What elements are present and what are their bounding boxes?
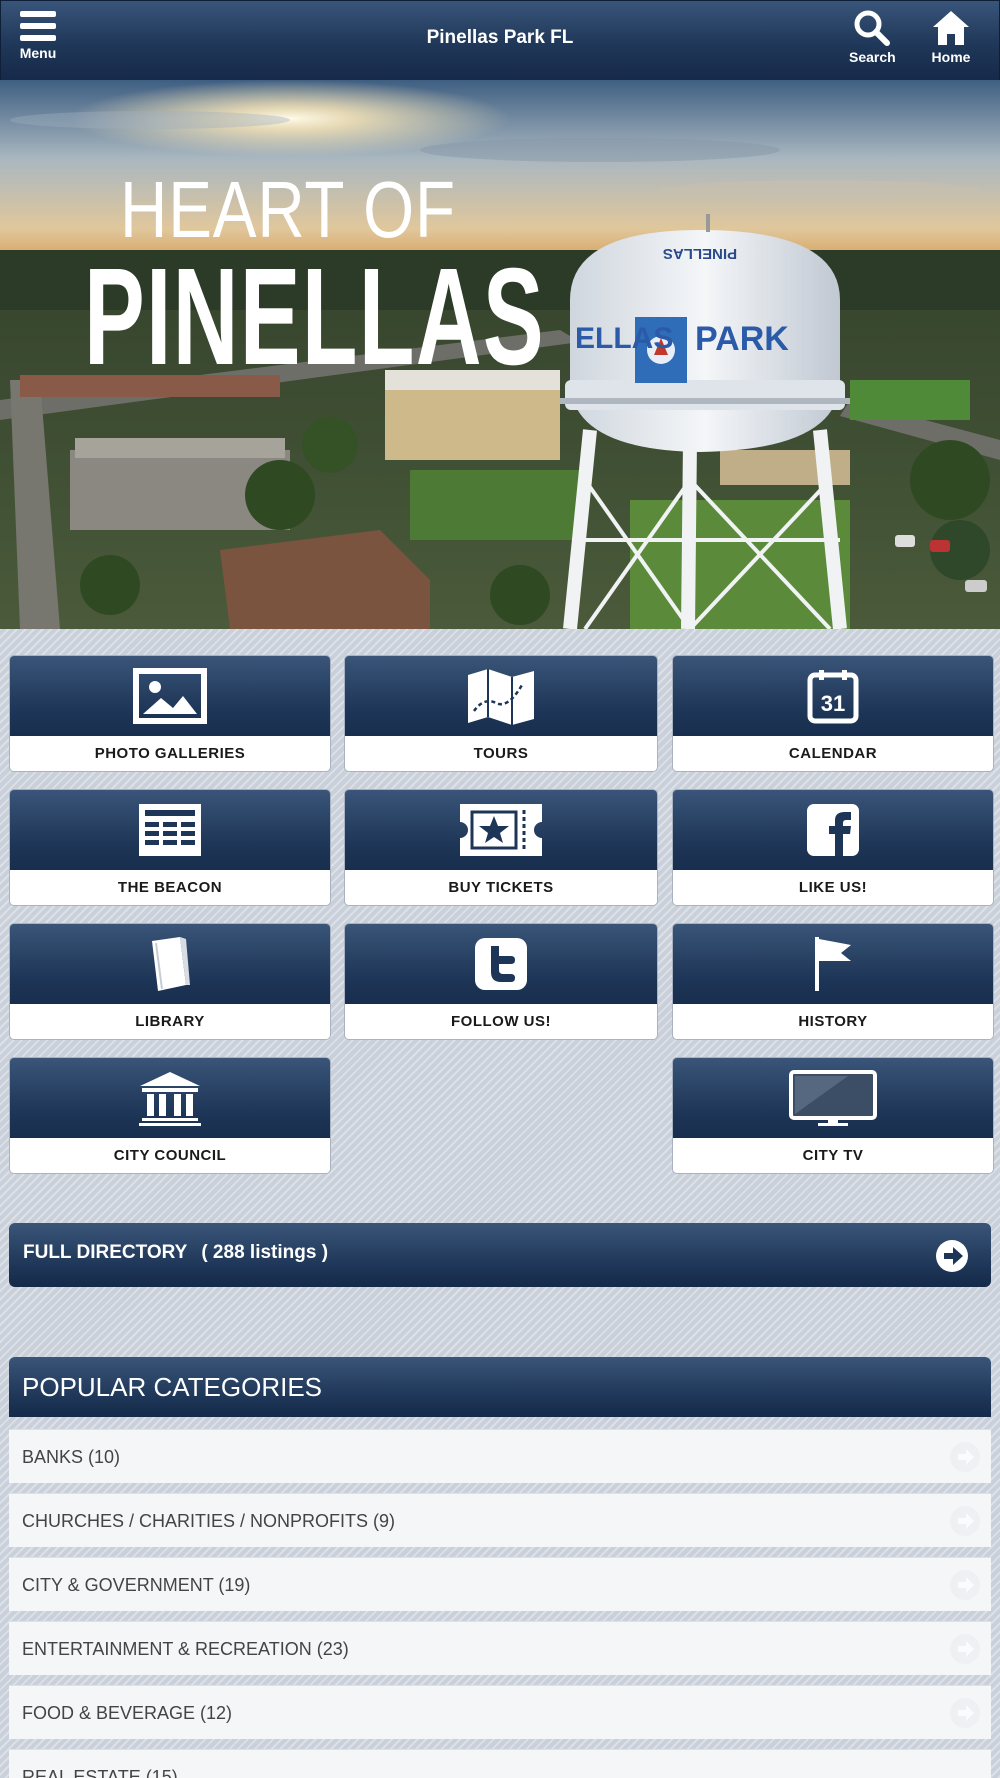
home-icon [933, 11, 969, 45]
category-label: REAL ESTATE (15) [22, 1767, 178, 1778]
tile-label: CALENDAR [673, 736, 993, 771]
tile-the-beacon[interactable]: THE BEACON [9, 789, 331, 906]
tile-label: THE BEACON [10, 870, 330, 905]
category-label: ENTERTAINMENT & RECREATION (23) [22, 1639, 349, 1659]
image-icon [133, 668, 207, 724]
building-icon [139, 1072, 201, 1126]
tower-right-text: PARK [695, 320, 789, 358]
search-icon [854, 10, 891, 46]
tile-label: TOURS [345, 736, 657, 771]
app-screen: Menu Pinellas Park FL Search Home PINELL… [0, 0, 1000, 1778]
category-row-city-government[interactable]: CITY & GOVERNMENT (19) [9, 1557, 991, 1611]
hero-headline-2: PINELLAS [84, 240, 545, 394]
tile-label: LIBRARY [10, 1004, 330, 1039]
category-row-churches[interactable]: CHURCHES / CHARITIES / NONPROFITS (9) [9, 1493, 991, 1547]
tile-buy-tickets[interactable]: BUY TICKETS [344, 789, 658, 906]
tile-label: LIKE US! [673, 870, 993, 905]
tv-icon [789, 1070, 877, 1126]
category-row-real-estate[interactable]: REAL ESTATE (15) [9, 1749, 991, 1778]
category-label: CHURCHES / CHARITIES / NONPROFITS (9) [22, 1511, 396, 1531]
tile-city-tv[interactable]: CITY TV [672, 1057, 994, 1174]
calendar-icon: 31 [807, 670, 859, 724]
hero-banner: PINELLAS ELLAS PARK HEART OF PINELLAS [0, 80, 1000, 629]
tile-tours[interactable]: TOURS [344, 655, 658, 772]
search-label: Search [849, 49, 896, 65]
category-label: FOOD & BEVERAGE (12) [22, 1703, 233, 1723]
map-icon [468, 669, 534, 725]
tile-label: CITY COUNCIL [10, 1138, 330, 1173]
tile-history[interactable]: HISTORY [672, 923, 994, 1040]
twitter-icon [475, 938, 527, 990]
flag-icon [815, 937, 851, 991]
tile-city-council[interactable]: CITY COUNCIL [9, 1057, 331, 1174]
hero-headline-1: HEART OF [120, 165, 456, 254]
newspaper-icon [139, 804, 201, 856]
tile-label: FOLLOW US! [345, 1004, 657, 1039]
directory-count: ( 288 listings ) [201, 1242, 329, 1263]
tile-like-us[interactable]: LIKE US! [672, 789, 994, 906]
category-row-banks[interactable]: BANKS (10) [9, 1429, 991, 1483]
popular-categories-header: POPULAR CATEGORIES [9, 1357, 991, 1417]
arrow-right-circle-icon [936, 1240, 968, 1272]
directory-label: FULL DIRECTORY ( 288 listings ) [23, 1242, 328, 1264]
tile-photo-galleries[interactable]: PHOTO GALLERIES [9, 655, 331, 772]
tile-label: PHOTO GALLERIES [10, 736, 330, 771]
tile-label: BUY TICKETS [345, 870, 657, 905]
home-label: Home [931, 49, 971, 65]
ticket-icon [460, 804, 542, 856]
book-icon [152, 937, 190, 991]
arrow-right-circle-icon [950, 1698, 980, 1728]
category-label: CITY & GOVERNMENT (19) [22, 1575, 251, 1595]
category-row-entertainment[interactable]: ENTERTAINMENT & RECREATION (23) [9, 1621, 991, 1675]
tower-left-text: ELLAS [575, 322, 673, 355]
full-directory-button[interactable]: FULL DIRECTORY ( 288 listings ) [9, 1223, 991, 1287]
tile-label: CITY TV [673, 1138, 993, 1173]
tile-label: HISTORY [673, 1004, 993, 1039]
tile-follow-us[interactable]: FOLLOW US! [344, 923, 658, 1040]
calendar-day: 31 [821, 691, 845, 716]
arrow-right-circle-icon [950, 1442, 980, 1472]
tower-top-text: PINELLAS [663, 245, 737, 262]
search-button[interactable]: Search [849, 9, 896, 65]
arrow-right-circle-icon [950, 1634, 980, 1664]
tile-calendar[interactable]: 31 CALENDAR [672, 655, 994, 772]
category-label: BANKS (10) [22, 1447, 121, 1467]
home-button[interactable]: Home [931, 9, 971, 65]
top-bar: Menu Pinellas Park FL Search Home [0, 0, 1000, 82]
arrow-right-circle-icon [950, 1570, 980, 1600]
category-row-food-beverage[interactable]: FOOD & BEVERAGE (12) [9, 1685, 991, 1739]
directory-title: FULL DIRECTORY [23, 1242, 188, 1263]
arrow-right-circle-icon [950, 1506, 980, 1536]
facebook-icon [807, 804, 859, 856]
tile-library[interactable]: LIBRARY [9, 923, 331, 1040]
